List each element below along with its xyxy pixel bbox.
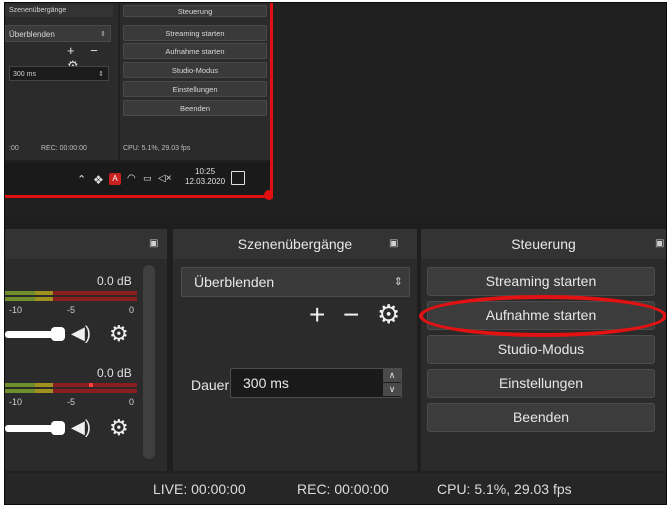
duration-label: Dauer <box>191 377 230 393</box>
track1-db: 0.0 dB <box>97 274 132 288</box>
track2-db: 0.0 dB <box>97 366 132 380</box>
chevron-up-icon[interactable]: ⌃ <box>77 173 86 186</box>
track2-tick-10: -10 <box>9 397 23 407</box>
transition-select[interactable]: Überblenden ⇕ <box>181 267 410 297</box>
wifi-icon[interactable]: ◠ <box>127 173 136 184</box>
track2-meter-green <box>5 383 35 387</box>
taskbar-clock[interactable]: 10:25 12.03.2020 <box>185 167 225 187</box>
gear-icon[interactable]: ⚙ <box>109 415 129 441</box>
track1-tick-0: 0 <box>129 305 135 315</box>
inset-streaming-button[interactable]: Streaming starten <box>123 25 267 41</box>
inset-status-live: :00 <box>9 145 19 152</box>
spin-icon: ⇕ <box>98 71 104 78</box>
scene-transitions-header: Szenenübergänge <box>173 229 417 259</box>
inset-controls-header: Steuerung <box>123 5 267 17</box>
inset-duration-value: 300 ms <box>13 71 36 78</box>
inset-quit-button[interactable]: Beenden <box>123 100 267 116</box>
track2-peak-marker <box>89 383 93 387</box>
duration-value: 300 ms <box>243 375 289 391</box>
exit-button[interactable]: Beenden <box>427 403 655 432</box>
duration-input[interactable]: 300 ms ∧ ∨ <box>230 368 402 398</box>
float-dock-icon[interactable]: ▣ <box>655 238 664 249</box>
track2-meter2-green <box>5 389 35 393</box>
audio-mixer-header <box>5 229 167 259</box>
adobe-icon[interactable]: A <box>109 173 121 185</box>
track2-meter2-red <box>53 389 137 393</box>
track2-volume-knob[interactable] <box>51 421 65 435</box>
gear-icon[interactable]: ⚙ <box>377 299 400 330</box>
track1-meter-red <box>53 291 137 295</box>
float-dock-icon[interactable]: ▣ <box>149 238 158 249</box>
clock-date: 12.03.2020 <box>185 177 226 186</box>
mixer-scrollbar[interactable] <box>143 265 155 459</box>
track2-volume-slider[interactable] <box>5 425 57 432</box>
start-streaming-button[interactable]: Streaming starten <box>427 267 655 296</box>
track1-meter-yellow <box>35 291 53 295</box>
track2-tick-0: 0 <box>129 397 135 407</box>
battery-icon[interactable]: ▭ <box>143 173 152 184</box>
track1-tick-10: -10 <box>9 305 23 315</box>
float-dock-icon[interactable]: ▣ <box>389 238 398 249</box>
track1-volume-slider[interactable] <box>5 331 57 338</box>
preview-area <box>273 3 666 213</box>
status-live: LIVE: 00:00:00 <box>153 481 246 497</box>
chevron-updown-icon: ⇕ <box>393 276 403 288</box>
inset-transitions-header: Szenenübergänge <box>5 5 113 17</box>
track1-tick-5: -5 <box>67 305 76 315</box>
track1-meter-green <box>5 291 35 295</box>
dropbox-icon[interactable]: ❖ <box>93 173 104 187</box>
status-cpu: CPU: 5.1%, 29.03 fps <box>437 481 572 497</box>
track1-meter2-yellow <box>35 297 53 301</box>
gear-icon[interactable]: ⚙ <box>109 321 129 347</box>
inset-transition-select[interactable]: Überblenden ⇕ <box>5 25 111 42</box>
inset-studio-button[interactable]: Studio-Modus <box>123 62 267 78</box>
settings-button[interactable]: Einstellungen <box>427 369 655 398</box>
chevron-down-icon[interactable]: ∨ <box>383 383 401 396</box>
remove-transition-icon[interactable]: − <box>343 299 359 331</box>
add-transition-icon[interactable]: + <box>309 299 325 331</box>
status-rec: REC: 00:00:00 <box>297 481 389 497</box>
scene-transitions-panel <box>173 229 417 471</box>
transition-select-value: Überblenden <box>194 274 275 290</box>
notification-icon[interactable] <box>231 171 245 185</box>
track1-volume-knob[interactable] <box>51 327 65 341</box>
track2-tick-5: -5 <box>67 397 76 407</box>
inset-screenshot: Szenenübergänge Überblenden ⇕ + − ⚙ 300 … <box>5 3 273 198</box>
track1-meter2-red <box>53 297 137 301</box>
inset-transitions-panel: Szenenübergänge Überblenden ⇕ + − ⚙ 300 … <box>5 3 118 160</box>
chevron-up-icon[interactable]: ∧ <box>383 369 401 382</box>
track2-meter-red <box>53 383 137 387</box>
controls-header: Steuerung <box>421 229 666 259</box>
inset-transition-select-label: Überblenden <box>9 30 55 39</box>
speaker-icon[interactable]: ◀) <box>71 417 91 438</box>
clock-time: 10:25 <box>195 167 216 176</box>
track2-meter-yellow <box>35 383 53 387</box>
track2-meter2-yellow <box>35 389 53 393</box>
chevron-updown-icon: ⇕ <box>100 31 106 38</box>
track1-meter2-green <box>5 297 35 301</box>
speaker-icon[interactable]: ◀) <box>71 323 91 344</box>
speaker-icon[interactable]: ◁× <box>158 173 172 184</box>
inset-status-rec: REC: 00:00:00 <box>41 145 87 152</box>
inset-status-cpu: CPU: 5.1%, 29.03 fps <box>123 145 191 152</box>
duration-spinner[interactable]: ∧ ∨ <box>383 369 401 397</box>
inset-recording-button[interactable]: Aufnahme starten <box>123 43 267 59</box>
inset-settings-button[interactable]: Einstellungen <box>123 81 267 97</box>
obs-window: Szenenübergänge Überblenden ⇕ + − ⚙ 300 … <box>4 2 667 505</box>
inset-duration-input[interactable]: 300 ms ⇕ <box>9 66 109 81</box>
start-recording-button[interactable]: Aufnahme starten <box>427 301 655 330</box>
studio-mode-button[interactable]: Studio-Modus <box>427 335 655 364</box>
